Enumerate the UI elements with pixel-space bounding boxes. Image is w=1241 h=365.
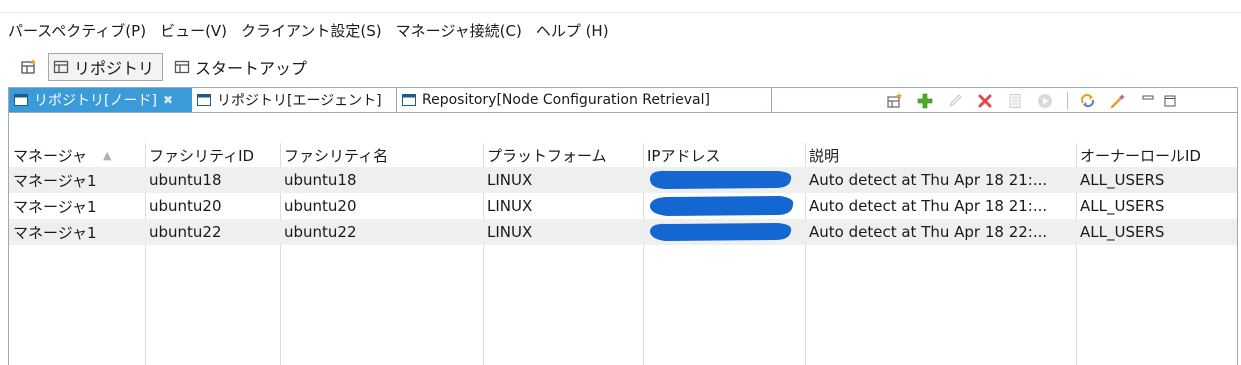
cell-owner-role-id: ALL_USERS bbox=[1080, 197, 1165, 215]
table-row[interactable]: マネージャ1 ubuntu22 ubuntu22 LINUX Auto dete… bbox=[9, 219, 1237, 245]
column-header-owner-role-id[interactable]: オーナーロールID bbox=[1076, 143, 1237, 167]
column-header-manager[interactable]: マネージャ ▲ bbox=[9, 143, 145, 167]
window-top-edge bbox=[0, 0, 1241, 13]
cell-description: Auto detect at Thu Apr 18 21:... bbox=[809, 171, 1048, 189]
cell-description: Auto detect at Thu Apr 18 22:... bbox=[809, 223, 1048, 241]
cell-facility-name: ubuntu20 bbox=[284, 197, 357, 215]
open-perspective-icon[interactable] bbox=[20, 58, 38, 76]
table-row[interactable]: マネージャ1 ubuntu18 ubuntu18 LINUX Auto dete… bbox=[9, 167, 1237, 193]
column-header-facility-id[interactable]: ファシリティID bbox=[145, 143, 280, 167]
maximize-icon[interactable] bbox=[1162, 93, 1178, 109]
view-icon bbox=[14, 94, 28, 106]
add-scope-icon[interactable] bbox=[887, 93, 903, 109]
toolbar-separator bbox=[1067, 92, 1068, 110]
cell-manager: マネージャ1 bbox=[13, 223, 97, 242]
cell-owner-role-id: ALL_USERS bbox=[1080, 171, 1165, 189]
perspective-startup-label: スタートアップ bbox=[195, 59, 308, 78]
menu-bar: パースペクティブ(P) ビュー(V) クライアント設定(S) マネージャ接続(C… bbox=[8, 20, 623, 42]
add-icon[interactable] bbox=[917, 93, 933, 109]
cell-facility-name: ubuntu22 bbox=[284, 223, 357, 241]
cell-description: Auto detect at Thu Apr 18 21:... bbox=[809, 197, 1048, 215]
sort-asc-icon: ▲ bbox=[102, 148, 112, 162]
cell-ip-address bbox=[643, 167, 805, 193]
tab-repository-node-label: リポジトリ[ノード] bbox=[34, 93, 157, 109]
redaction-mark bbox=[649, 170, 792, 189]
cell-ip-address bbox=[643, 219, 805, 245]
cell-facility-id: ubuntu18 bbox=[149, 171, 222, 189]
redaction-mark bbox=[649, 196, 794, 216]
cell-facility-id: ubuntu20 bbox=[149, 197, 222, 215]
node-table: マネージャ ▲ ファシリティID ファシリティ名 プラットフォーム IPアドレス… bbox=[9, 143, 1237, 245]
view-toolbar bbox=[887, 91, 1178, 111]
tab-repository-agent[interactable]: リポジトリ[エージェント] bbox=[192, 88, 397, 112]
close-icon[interactable]: ✖ bbox=[163, 93, 173, 107]
view-icon bbox=[197, 94, 211, 106]
cell-ip-address bbox=[643, 193, 805, 219]
repository-node-view: マネージャ ▲ ファシリティID ファシリティ名 プラットフォーム IPアドレス… bbox=[8, 113, 1238, 365]
column-header-ip-address[interactable]: IPアドレス bbox=[643, 143, 805, 167]
minimize-icon[interactable] bbox=[1140, 93, 1156, 109]
view-icon bbox=[402, 94, 416, 106]
redaction-mark bbox=[650, 223, 792, 241]
edit-icon[interactable] bbox=[947, 93, 963, 109]
perspective-repository-button[interactable]: リポジトリ bbox=[48, 53, 164, 81]
tab-node-config-retrieval-label: Repository[Node Configuration Retrieval] bbox=[422, 92, 710, 108]
menu-help[interactable]: ヘルプ (H) bbox=[536, 20, 609, 42]
delete-icon[interactable] bbox=[977, 93, 993, 109]
perspective-bar: リポジトリ スタートアップ bbox=[20, 52, 322, 82]
run-icon[interactable] bbox=[1037, 93, 1053, 109]
column-header-facility-name[interactable]: ファシリティ名 bbox=[280, 143, 483, 167]
copy-icon[interactable] bbox=[1007, 93, 1023, 109]
perspective-icon bbox=[53, 60, 69, 74]
cell-facility-id: ubuntu22 bbox=[149, 223, 222, 241]
menu-manager-connection[interactable]: マネージャ接続(C) bbox=[396, 20, 522, 42]
menu-perspective[interactable]: パースペクティブ(P) bbox=[8, 20, 146, 42]
column-header-description[interactable]: 説明 bbox=[805, 143, 1076, 167]
tab-repository-agent-label: リポジトリ[エージェント] bbox=[217, 93, 382, 109]
cell-owner-role-id: ALL_USERS bbox=[1080, 223, 1165, 241]
cell-manager: マネージャ1 bbox=[13, 171, 97, 190]
menu-view[interactable]: ビュー(V) bbox=[160, 20, 227, 42]
tab-node-config-retrieval[interactable]: Repository[Node Configuration Retrieval] bbox=[397, 88, 772, 112]
perspective-repository-label: リポジトリ bbox=[74, 59, 155, 78]
menu-client-settings[interactable]: クライアント設定(S) bbox=[241, 20, 382, 42]
cell-platform: LINUX bbox=[487, 171, 533, 189]
wand-icon[interactable] bbox=[1110, 93, 1126, 109]
refresh-icon[interactable] bbox=[1080, 93, 1096, 109]
perspective-icon bbox=[174, 60, 190, 74]
cell-facility-name: ubuntu18 bbox=[284, 171, 357, 189]
cell-manager: マネージャ1 bbox=[13, 197, 97, 216]
column-header-platform[interactable]: プラットフォーム bbox=[483, 143, 643, 167]
cell-platform: LINUX bbox=[487, 223, 533, 241]
tab-repository-node[interactable]: リポジトリ[ノード] ✖ bbox=[9, 88, 192, 112]
table-header: マネージャ ▲ ファシリティID ファシリティ名 プラットフォーム IPアドレス… bbox=[9, 143, 1237, 167]
cell-platform: LINUX bbox=[487, 197, 533, 215]
perspective-startup-button[interactable]: スタートアップ bbox=[169, 53, 316, 81]
table-row[interactable]: マネージャ1 ubuntu20 ubuntu20 LINUX Auto dete… bbox=[9, 193, 1237, 219]
view-tab-bar: リポジトリ[ノード] ✖ リポジトリ[エージェント] Repository[No… bbox=[8, 87, 1238, 113]
